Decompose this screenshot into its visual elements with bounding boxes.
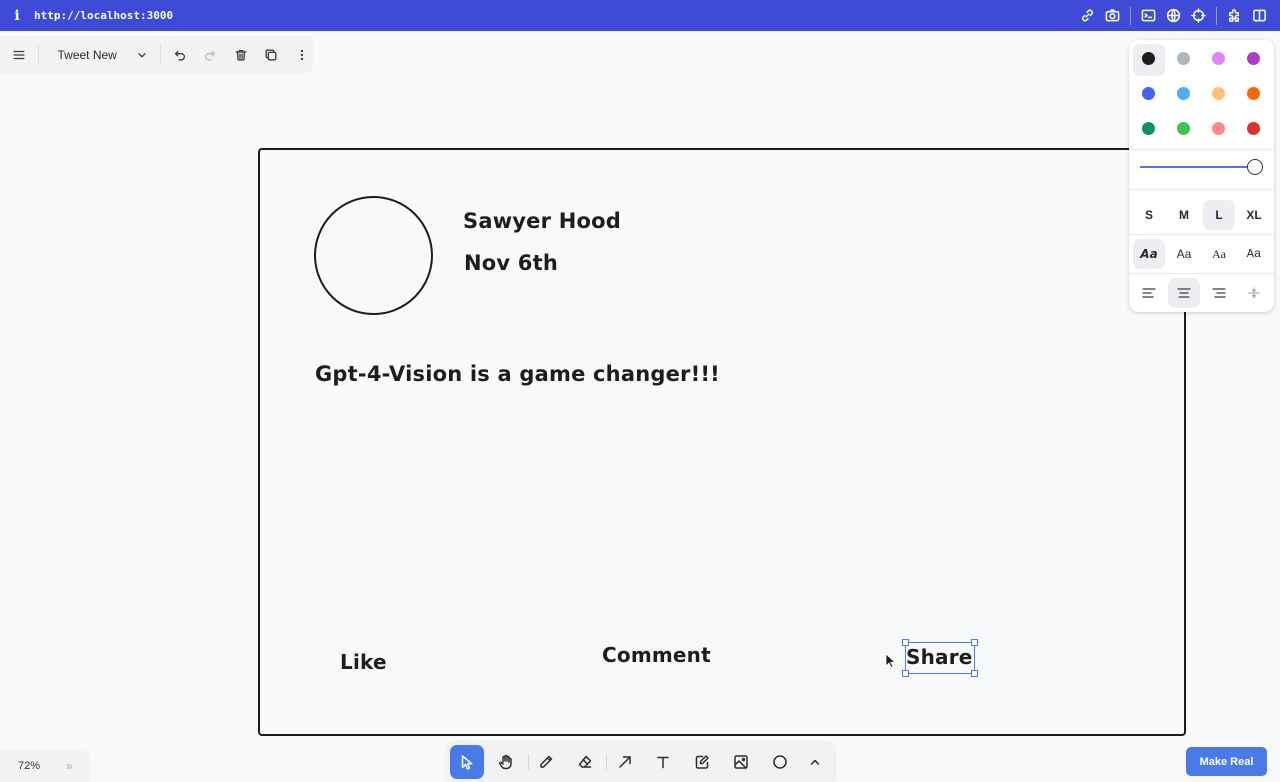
- browser-bar: i http://localhost:3000: [0, 0, 1280, 31]
- note-icon[interactable]: [685, 745, 719, 779]
- comment-text[interactable]: Comment: [602, 643, 711, 667]
- redo-icon[interactable]: [199, 43, 222, 67]
- link-icon[interactable]: [1075, 0, 1100, 31]
- resize-handle[interactable]: [902, 670, 909, 677]
- color-swatch-light-violet[interactable]: [1212, 52, 1225, 65]
- align-left-icon[interactable]: [1133, 278, 1165, 308]
- expand-icon[interactable]: »: [66, 759, 73, 773]
- split-view-icon[interactable]: [1247, 0, 1272, 31]
- size-m-button[interactable]: M: [1168, 200, 1200, 230]
- terminal-icon[interactable]: [1136, 0, 1161, 31]
- image-icon[interactable]: [724, 745, 758, 779]
- trash-icon[interactable]: [229, 43, 252, 67]
- hand-icon[interactable]: [489, 745, 523, 779]
- more-icon[interactable]: [290, 43, 313, 67]
- color-swatch-light-blue[interactable]: [1177, 87, 1190, 100]
- eraser-icon[interactable]: [568, 745, 602, 779]
- menu-panel: Tweet New: [0, 36, 313, 74]
- chevron-up-icon[interactable]: [798, 745, 832, 779]
- color-swatch-light-green[interactable]: [1177, 122, 1190, 135]
- style-panel: S M L XL Aa Aa Aa Aa: [1129, 40, 1274, 312]
- color-swatch-black[interactable]: [1142, 52, 1155, 65]
- crosshair-icon[interactable]: [1186, 0, 1211, 31]
- color-swatch-green[interactable]: [1142, 122, 1155, 135]
- color-swatch-light-red[interactable]: [1212, 122, 1225, 135]
- color-swatch-red[interactable]: [1247, 122, 1260, 135]
- camera-icon[interactable]: [1100, 0, 1125, 31]
- selection-box[interactable]: [902, 639, 978, 677]
- color-swatch-yellow[interactable]: [1212, 87, 1225, 100]
- like-text[interactable]: Like: [340, 650, 387, 674]
- mouse-cursor-icon: [885, 653, 897, 669]
- resize-handle[interactable]: [902, 639, 909, 646]
- opacity-slider-thumb[interactable]: [1247, 159, 1263, 175]
- text-icon[interactable]: [646, 745, 680, 779]
- chevron-down-icon[interactable]: [131, 43, 154, 67]
- font-mono-button[interactable]: Aa: [1238, 239, 1270, 269]
- arrow-icon[interactable]: [608, 745, 642, 779]
- color-swatch-blue[interactable]: [1142, 87, 1155, 100]
- tool-bar: [446, 742, 835, 782]
- size-xl-button[interactable]: XL: [1238, 200, 1270, 230]
- opacity-slider-track[interactable]: [1140, 166, 1256, 168]
- divider: [160, 45, 162, 65]
- browser-actions: [1075, 0, 1272, 31]
- font-sans-button[interactable]: Aa: [1168, 239, 1200, 269]
- hamburger-icon[interactable]: [8, 43, 31, 67]
- ellipse-icon[interactable]: [763, 745, 797, 779]
- page-name[interactable]: Tweet New: [57, 48, 130, 62]
- divider: [1130, 6, 1131, 25]
- resize-handle[interactable]: [971, 670, 978, 677]
- align-center-icon[interactable]: [1168, 278, 1200, 308]
- date-text[interactable]: Nov 6th: [464, 251, 558, 275]
- divider: [37, 45, 39, 65]
- make-real-button[interactable]: Make Real: [1186, 747, 1267, 776]
- color-swatch-violet[interactable]: [1247, 52, 1260, 65]
- undo-icon[interactable]: [168, 43, 191, 67]
- color-swatch-grey[interactable]: [1177, 52, 1190, 65]
- tweet-body-text[interactable]: Gpt-4-Vision is a game changer!!!: [315, 362, 720, 386]
- globe-icon[interactable]: [1161, 0, 1186, 31]
- divider: [1216, 6, 1217, 25]
- divider: [1129, 273, 1274, 274]
- vertical-align-icon[interactable]: [1238, 278, 1270, 308]
- divider: [606, 754, 607, 770]
- font-draw-button[interactable]: Aa: [1133, 239, 1165, 269]
- select-icon[interactable]: [450, 745, 484, 779]
- extension-icon[interactable]: [1222, 0, 1247, 31]
- pencil-icon[interactable]: [529, 745, 563, 779]
- divider: [1129, 189, 1274, 190]
- size-l-button[interactable]: L: [1203, 200, 1235, 230]
- duplicate-icon[interactable]: [260, 43, 283, 67]
- resize-handle[interactable]: [971, 639, 978, 646]
- author-name-text[interactable]: Sawyer Hood: [463, 209, 621, 233]
- avatar-circle[interactable]: [314, 196, 433, 315]
- color-swatch-orange[interactable]: [1247, 87, 1260, 100]
- font-serif-button[interactable]: Aa: [1203, 239, 1235, 269]
- url-text[interactable]: http://localhost:3000: [34, 9, 173, 22]
- info-icon[interactable]: i: [0, 8, 34, 24]
- size-s-button[interactable]: S: [1133, 200, 1165, 230]
- zoom-level[interactable]: 72%: [18, 760, 40, 772]
- divider: [1129, 149, 1274, 150]
- divider: [1129, 234, 1274, 235]
- align-right-icon[interactable]: [1203, 278, 1235, 308]
- zoom-panel: 72% »: [0, 750, 90, 782]
